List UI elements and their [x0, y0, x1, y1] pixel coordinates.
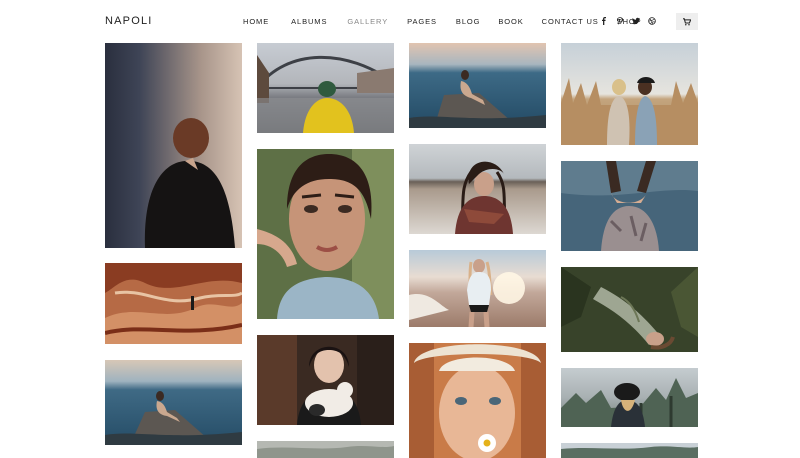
pinterest-icon[interactable] — [614, 15, 626, 27]
cart-button[interactable] — [676, 13, 698, 30]
photo-red-rocks[interactable] — [105, 263, 242, 344]
social-links — [598, 15, 662, 27]
nav-book[interactable]: BOOK — [498, 17, 523, 26]
photo-woman-scarf-wind[interactable] — [409, 144, 546, 234]
photo-portrait-hand[interactable] — [257, 149, 394, 319]
photo-woman-beach-sunset[interactable] — [409, 250, 546, 327]
photo-bridge-yellow-jacket[interactable] — [257, 43, 394, 133]
photo-hands-water[interactable] — [561, 161, 698, 251]
photo-woman-with-cat[interactable] — [257, 335, 394, 425]
nav-contact-us[interactable]: CONTACT US — [542, 17, 599, 26]
site-logo[interactable]: NAPOLI — [105, 15, 153, 27]
cart-icon — [683, 17, 691, 25]
nav-home[interactable]: HOME — [243, 17, 269, 26]
facebook-icon[interactable] — [598, 15, 610, 27]
photo-woman-sitting-sea-1[interactable] — [105, 360, 242, 445]
nav-blog[interactable]: BLOG — [456, 17, 480, 26]
photo-two-girls-field[interactable] — [561, 43, 698, 145]
nav-gallery[interactable]: GALLERY — [347, 17, 388, 26]
photo-woman-lying-grass[interactable] — [561, 267, 698, 352]
photo-partial-column4[interactable] — [561, 443, 698, 458]
photo-woman-black-hat[interactable] — [561, 368, 698, 427]
dribbble-icon[interactable] — [646, 15, 658, 27]
nav-albums[interactable]: ALBUMS — [291, 17, 327, 26]
photo-partial-column2[interactable] — [257, 441, 394, 458]
site-header: NAPOLI HOME ALBUMS GALLERY PAGES BLOG BO… — [0, 0, 800, 42]
photo-woman-dark-back[interactable] — [105, 43, 242, 248]
twitter-icon[interactable] — [630, 15, 642, 27]
photo-woman-sitting-sea-2[interactable] — [409, 43, 546, 128]
main-nav: HOME ALBUMS GALLERY PAGES BLOG BOOK CONT… — [243, 17, 642, 26]
nav-pages[interactable]: PAGES — [407, 17, 437, 26]
photo-woman-hat-daisy[interactable] — [409, 343, 546, 458]
